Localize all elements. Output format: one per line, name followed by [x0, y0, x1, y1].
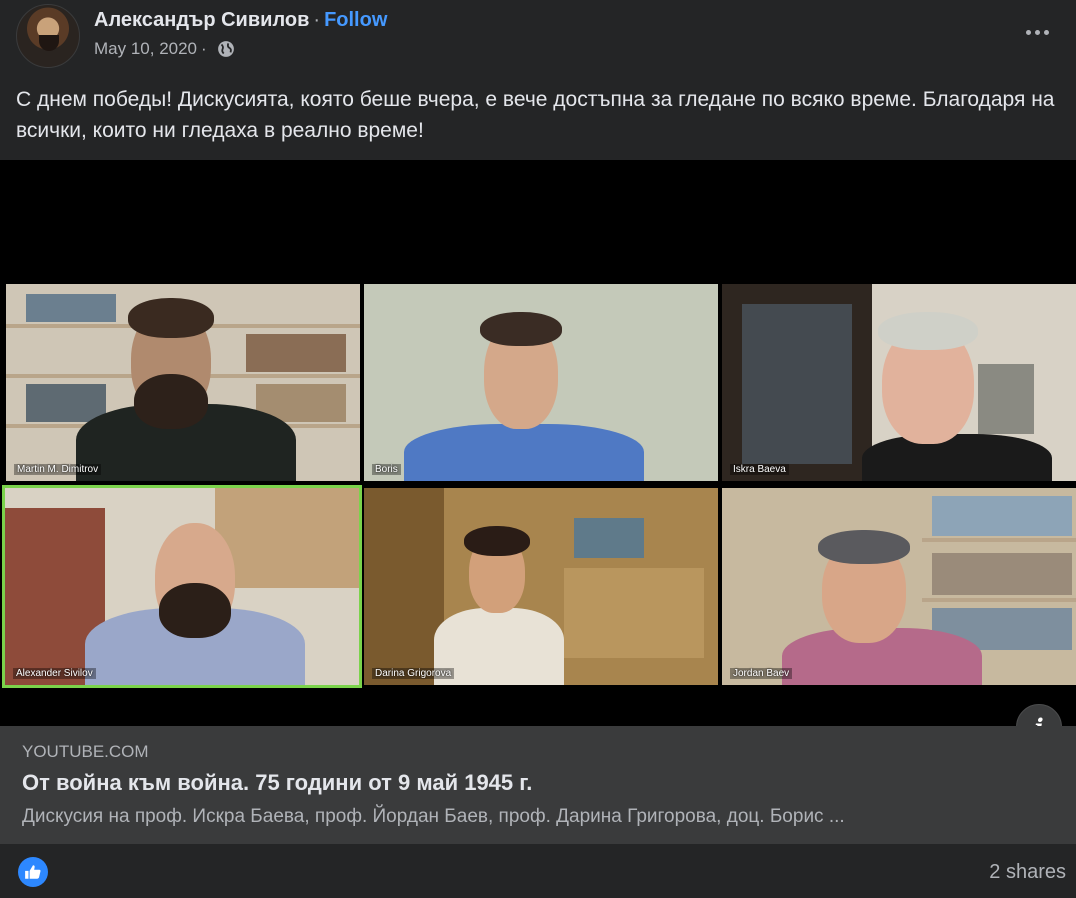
participant-tile: Boris [364, 284, 718, 481]
post-text: С днем победы! Дискусията, която беше вч… [16, 88, 1055, 142]
participant-name: Darina Grigorova [372, 668, 455, 679]
participant-tile: Iskra Baeva [722, 284, 1076, 481]
more-dot-icon [1043, 29, 1049, 35]
participant-name: Martin M. Dimitrov [14, 464, 102, 475]
follow-button[interactable]: Follow [324, 9, 387, 31]
participant-name: Iskra Baeva [730, 464, 789, 475]
like-reaction-icon[interactable] [18, 857, 48, 887]
more-dot-icon [1034, 29, 1040, 35]
thumbs-up-icon [25, 865, 41, 879]
post-date[interactable]: May 10, 2020 [94, 39, 197, 59]
participant-tile: Jordan Baev [722, 488, 1076, 685]
globe-icon [217, 41, 234, 57]
separator-dot: · [313, 9, 321, 31]
participant-tile-active: Alexander Sivilov [2, 485, 362, 688]
more-dot-icon [1025, 29, 1031, 35]
post-meta: May 10, 2020 · [94, 39, 235, 59]
more-options-button[interactable] [1022, 20, 1052, 44]
date-separator-dot: · [201, 39, 207, 58]
participant-tile: Martin M. Dimitrov [6, 284, 360, 481]
participant-name: Alexander Sivilov [13, 668, 96, 679]
link-preview[interactable]: YOUTUBE.COM От война към война. 75 годин… [0, 726, 1076, 844]
link-description: Дискусия на проф. Искра Баева, проф. Йор… [22, 806, 845, 827]
author-name[interactable]: Александър Сивилов [94, 9, 309, 31]
participant-name: Boris [372, 464, 401, 475]
link-title: От война към война. 75 години от 9 май 1… [22, 770, 533, 795]
author-avatar[interactable] [16, 4, 80, 68]
post-footer: 2 shares [0, 844, 1076, 898]
link-domain: YOUTUBE.COM [22, 742, 149, 761]
post-header: Александър Сивилов · Follow May 10, 2020 · [0, 0, 1076, 80]
participant-name: Jordan Baev [730, 668, 793, 679]
participant-tile: Darina Grigorova [364, 488, 718, 685]
video-preview[interactable]: Martin M. Dimitrov Boris Iskra Baeva Ale… [0, 160, 1076, 726]
author-line: Александър Сивилов · Follow [94, 9, 387, 32]
shares-count[interactable]: 2 shares [989, 861, 1066, 884]
zoom-watermark: zoom [870, 712, 988, 726]
